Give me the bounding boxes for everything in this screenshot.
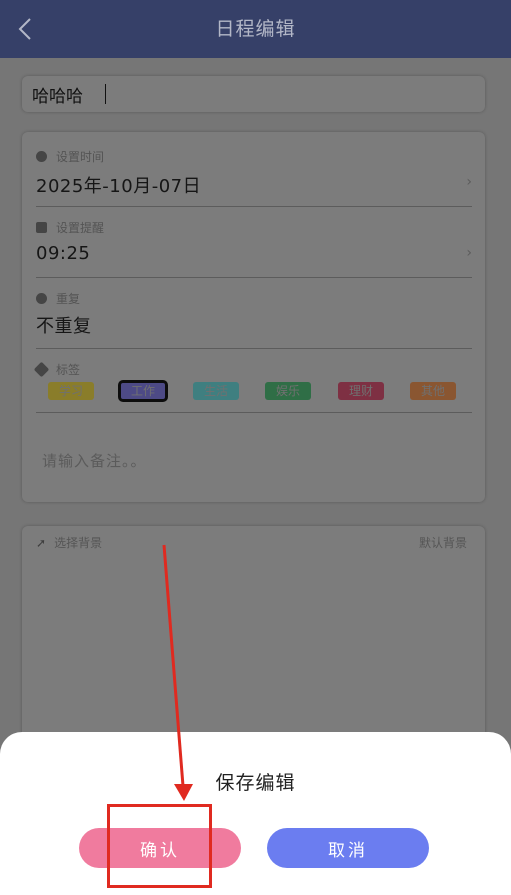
annotation-arrow [162, 544, 193, 801]
annotation-box [107, 804, 212, 888]
